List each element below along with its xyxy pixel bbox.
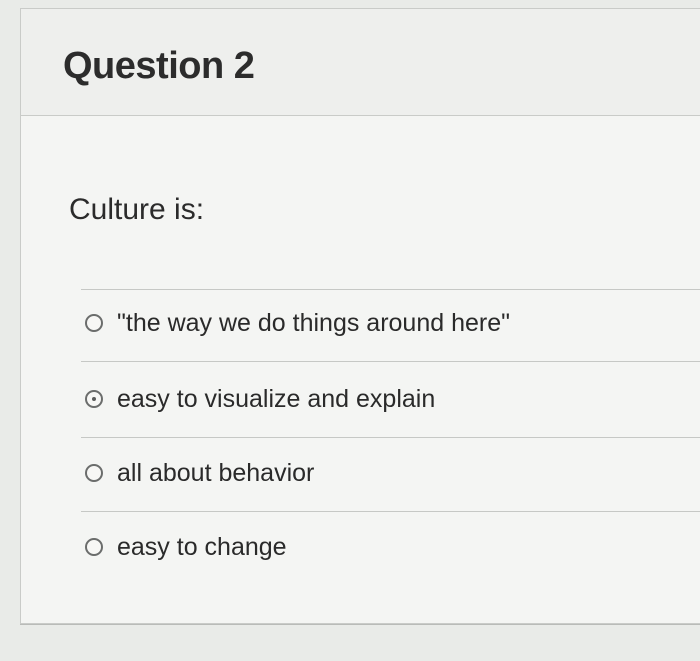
question-title: Question 2 — [63, 45, 255, 87]
divider — [81, 289, 700, 290]
answer-option-label: easy to change — [117, 532, 287, 561]
card-bottom-border — [20, 624, 700, 625]
answer-option-label: all about behavior — [117, 458, 315, 487]
divider — [81, 437, 700, 438]
answer-option-3[interactable]: all about behavior — [85, 455, 700, 491]
answer-option-label: "the way we do things around here" — [117, 308, 510, 337]
answer-option-2[interactable]: easy to visualize and explain — [85, 381, 700, 417]
radio-button-icon[interactable] — [85, 464, 103, 482]
question-prompt: Culture is: — [69, 193, 205, 226]
answer-option-1[interactable]: "the way we do things around here" — [85, 305, 700, 341]
radio-button-icon[interactable] — [85, 538, 103, 556]
question-header: Question 2 — [21, 9, 700, 116]
divider — [81, 361, 700, 362]
radio-button-icon[interactable] — [85, 390, 103, 408]
radio-button-icon[interactable] — [85, 314, 103, 332]
question-card: Question 2 Culture is: "the way we do th… — [20, 8, 700, 624]
answer-option-label: easy to visualize and explain — [117, 384, 436, 413]
answer-option-4[interactable]: easy to change — [85, 529, 700, 565]
divider — [81, 511, 700, 512]
